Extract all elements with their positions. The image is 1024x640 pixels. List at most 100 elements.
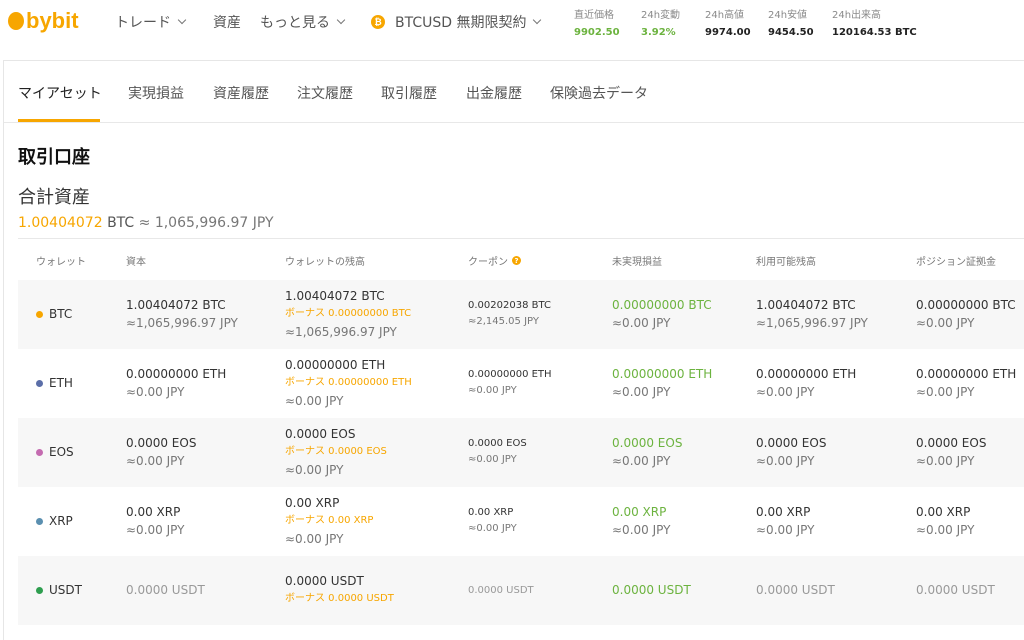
capital-jpy: ≈0.00 JPY xyxy=(126,454,185,468)
coin-dot-icon xyxy=(36,517,43,525)
total-jpy-equivalent: ≈ 1,065,996.97 JPY xyxy=(134,215,274,231)
margin-cell: 0.00000000 BTC ≈0.00 JPY xyxy=(916,296,1016,332)
available-value: 0.00000000 ETH xyxy=(756,367,857,381)
active-tab-indicator xyxy=(18,119,100,122)
capital-value: 1.00404072 BTC xyxy=(126,298,226,312)
tab-bar: マイアセット 実現損益 資産履歴 注文履歴 取引履歴 出金履歴 保険過去データ xyxy=(4,61,1024,123)
coupon-value: 0.00000000 ETH xyxy=(468,369,552,380)
coupon-jpy: ≈2,145.05 JPY xyxy=(468,316,539,327)
unrealized-value: 0.0000 USDT xyxy=(612,583,691,597)
bitcoin-icon: ₿ xyxy=(371,15,385,29)
unrealized-cell: 0.0000 EOS ≈0.00 JPY xyxy=(612,434,682,470)
tab-order-history[interactable]: 注文履歴 xyxy=(297,83,353,103)
ticker-value: 9902.50 xyxy=(574,27,620,38)
available-cell: 0.00000000 ETH ≈0.00 JPY xyxy=(756,365,856,401)
total-assets-title: 合計資産 xyxy=(18,187,90,208)
unrealized-value: 0.00000000 ETH xyxy=(612,367,713,381)
tab-trade-history[interactable]: 取引履歴 xyxy=(381,83,437,103)
ticker-label: 直近価格 xyxy=(574,10,614,21)
unrealized-value: 0.00 XRP xyxy=(612,505,667,519)
table-row: EOS 0.0000 EOS ≈0.00 JPY 0.0000 EOS ボーナス… xyxy=(18,418,1024,487)
unrealized-value: 0.0000 EOS xyxy=(612,436,683,450)
tab-realized-pnl[interactable]: 実現損益 xyxy=(128,83,184,103)
bonus-value: ボーナス 0.00 XRP xyxy=(285,515,374,526)
balance-jpy: ≈0.00 JPY xyxy=(285,532,344,546)
capital-jpy: ≈0.00 JPY xyxy=(126,385,185,399)
total-assets-value: 1.00404072 BTC ≈ 1,065,996.97 JPY xyxy=(18,215,274,231)
margin-value: 0.00000000 BTC xyxy=(916,298,1016,312)
unrealized-jpy: ≈0.00 JPY xyxy=(612,316,671,330)
capital-cell: 0.0000 EOS ≈0.00 JPY xyxy=(126,434,196,470)
nav-assets-label: 資産 xyxy=(213,15,241,31)
margin-cell: 0.00 XRP ≈0.00 JPY xyxy=(916,503,974,539)
margin-jpy: ≈0.00 JPY xyxy=(916,523,975,537)
available-jpy: ≈0.00 JPY xyxy=(756,385,815,399)
balance-cell: 0.0000 EOS ボーナス 0.0000 EOS ≈0.00 JPY xyxy=(285,425,387,479)
nav-trade-label: トレード xyxy=(115,15,171,31)
tab-insurance-history[interactable]: 保険過去データ xyxy=(550,83,648,103)
capital-cell: 0.00000000 ETH ≈0.00 JPY xyxy=(126,365,226,401)
table-row: USDT 0.0000 USDT 0.0000 USDT ボーナス 0.0000… xyxy=(18,556,1024,625)
tab-withdrawal-history[interactable]: 出金履歴 xyxy=(466,83,522,103)
assets-panel: マイアセット 実現損益 資産履歴 注文履歴 取引履歴 出金履歴 保険過去データ … xyxy=(3,60,1024,640)
available-cell: 1.00404072 BTC ≈1,065,996.97 JPY xyxy=(756,296,868,332)
tab-my-assets[interactable]: マイアセット xyxy=(18,83,102,103)
available-value: 0.0000 USDT xyxy=(756,583,835,597)
coupon-cell: 0.0000 EOS ≈0.00 JPY xyxy=(468,436,527,468)
wallet-name: USDT xyxy=(49,583,82,597)
capital-cell: 0.00 XRP ≈0.00 JPY xyxy=(126,503,184,539)
tab-asset-history[interactable]: 資産履歴 xyxy=(213,83,269,103)
column-header: 未実現損益 xyxy=(612,257,662,268)
balance-cell: 0.00 XRP ボーナス 0.00 XRP ≈0.00 JPY xyxy=(285,494,373,548)
top-navigation: bybit トレード 資産 もっと見る ₿ BTCUSD 無期限契約 直近価格 … xyxy=(0,0,1024,44)
available-cell: 0.00 XRP ≈0.00 JPY xyxy=(756,503,814,539)
nav-more-label: もっと見る xyxy=(260,15,330,31)
balance-value: 0.0000 USDT xyxy=(285,574,364,588)
margin-value: 0.00000000 ETH xyxy=(916,367,1017,381)
column-header: ウォレットの残高 xyxy=(285,257,365,268)
bybit-logo[interactable]: bybit xyxy=(8,8,79,34)
capital-jpy: ≈1,065,996.97 JPY xyxy=(126,316,238,330)
bonus-value: ボーナス 0.0000 EOS xyxy=(285,446,387,457)
ticker-24h-low: 24h安値 9454.50 xyxy=(768,6,814,38)
available-jpy: ≈0.00 JPY xyxy=(756,454,815,468)
coin-dot-icon xyxy=(36,310,43,318)
unrealized-value: 0.00000000 BTC xyxy=(612,298,712,312)
margin-value: 0.0000 EOS xyxy=(916,436,987,450)
balance-value: 1.00404072 BTC xyxy=(285,289,385,303)
symbol-selector[interactable]: ₿ BTCUSD 無期限契約 xyxy=(371,12,542,32)
nav-trade-menu[interactable]: トレード xyxy=(115,12,187,32)
margin-jpy: ≈0.00 JPY xyxy=(916,316,975,330)
coupon-value: 0.0000 EOS xyxy=(468,438,527,449)
wallet-cell: EOS xyxy=(36,445,74,459)
ticker-value: 120164.53 BTC xyxy=(832,27,917,38)
column-header: 資本 xyxy=(126,257,146,268)
wallet-cell: ETH xyxy=(36,376,73,390)
available-value: 0.0000 EOS xyxy=(756,436,827,450)
chevron-down-icon xyxy=(177,15,187,25)
nav-more-menu[interactable]: もっと見る xyxy=(260,12,346,32)
help-icon[interactable]: ? xyxy=(512,256,521,265)
coupon-value: 0.0000 USDT xyxy=(468,585,534,596)
coin-dot-icon xyxy=(36,586,43,594)
wallet-name: EOS xyxy=(49,445,74,459)
balance-value: 0.00 XRP xyxy=(285,496,340,510)
bonus-value: ボーナス 0.00000000 BTC xyxy=(285,308,412,319)
table-header: ウォレット 資本 ウォレットの残高 クーポン ? 未実現損益 利用可能残高 ポジ… xyxy=(18,238,1024,280)
nav-assets-link[interactable]: 資産 xyxy=(213,12,241,32)
ticker-24h-volume: 24h出来高 120164.53 BTC xyxy=(832,6,917,38)
margin-value: 0.00 XRP xyxy=(916,505,971,519)
balance-jpy: ≈0.00 JPY xyxy=(285,463,344,477)
ticker-label: 24h変動 xyxy=(641,10,681,21)
margin-value: 0.0000 USDT xyxy=(916,583,995,597)
column-header: 利用可能残高 xyxy=(756,257,816,268)
bonus-value: ボーナス 0.00000000 ETH xyxy=(285,377,412,388)
balance-jpy: ≈0.00 JPY xyxy=(285,394,344,408)
column-header: ウォレット xyxy=(36,257,86,268)
wallet-name: XRP xyxy=(49,514,73,528)
ticker-value: 9454.50 xyxy=(768,27,814,38)
coupon-cell: 0.00000000 ETH ≈0.00 JPY xyxy=(468,367,552,399)
available-jpy: ≈1,065,996.97 JPY xyxy=(756,316,868,330)
wallet-name: BTC xyxy=(49,307,73,321)
wallet-name: ETH xyxy=(49,376,73,390)
